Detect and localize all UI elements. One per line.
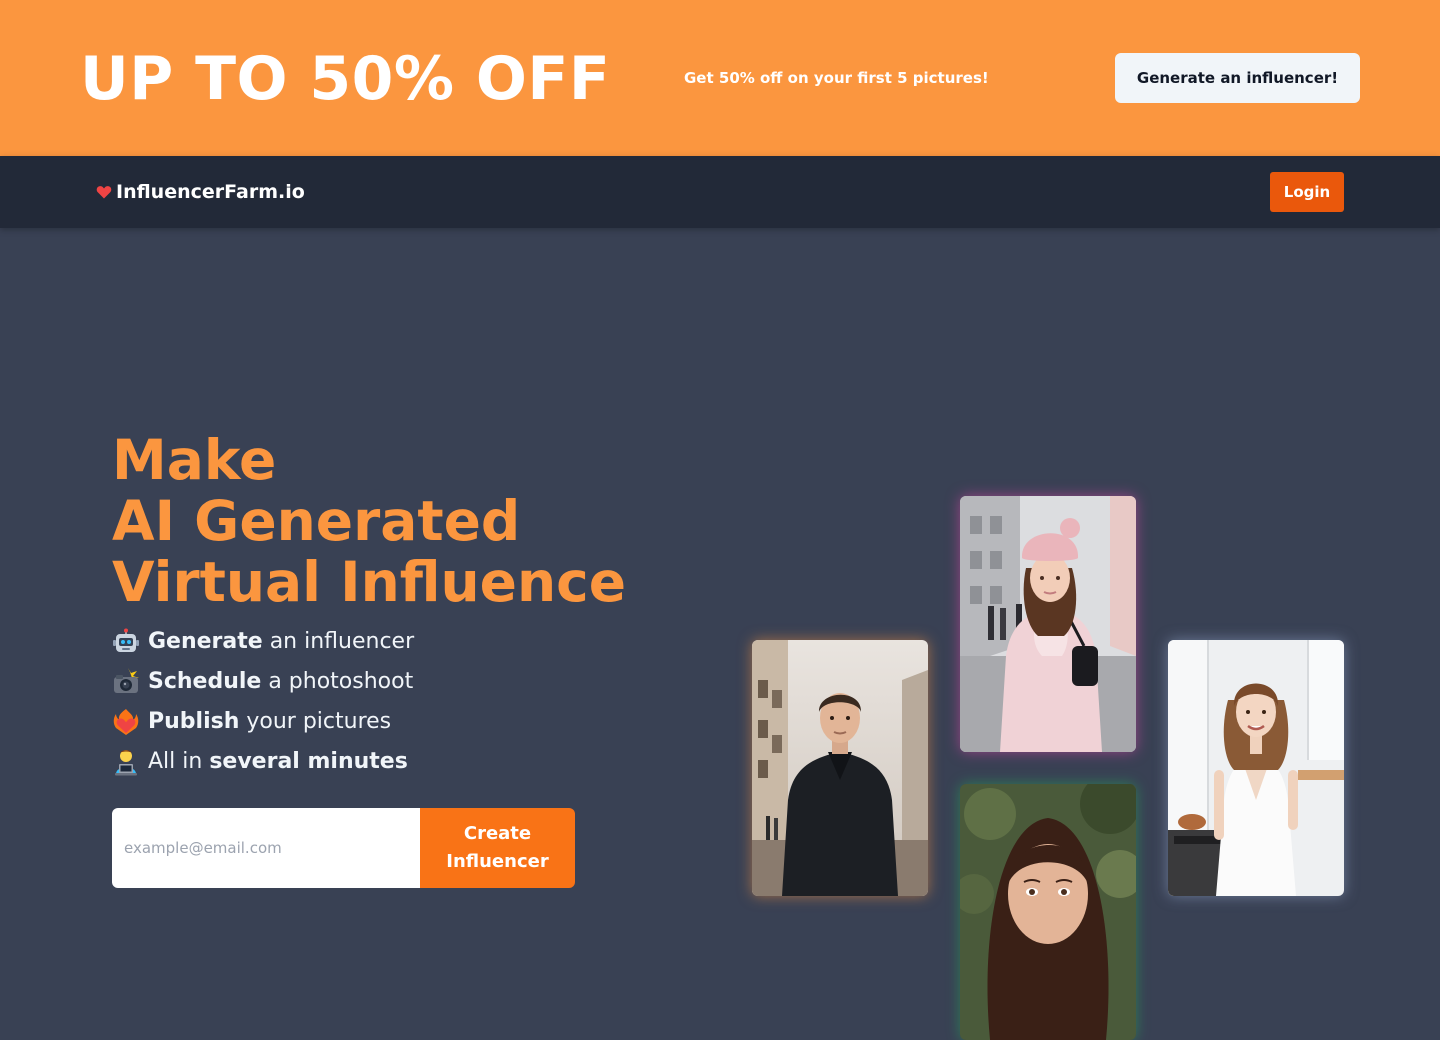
- feature-item-generate: Generate an influencer: [112, 622, 414, 662]
- hero-section: Make AI Generated Virtual Influencers Ge…: [0, 228, 1440, 1040]
- signup-form: Create Influencer: [112, 808, 575, 888]
- feature-item-schedule: Schedule a photoshoot: [112, 662, 414, 702]
- camera-flash-icon: [114, 668, 139, 693]
- hero-title: Make AI Generated Virtual Influencers: [112, 430, 624, 613]
- feature-text: your pictures: [239, 709, 392, 734]
- feature-text: an influencer: [262, 629, 415, 654]
- promo-subtitle: Get 50% off on your first 5 pictures!: [684, 69, 989, 87]
- generate-influencer-button[interactable]: Generate an influencer!: [1115, 53, 1360, 103]
- feature-list: Generate an influencer Schedule a photos…: [112, 622, 414, 782]
- brand-link[interactable]: InfluencerFarm.io: [96, 180, 305, 204]
- email-input[interactable]: [112, 808, 420, 888]
- login-button[interactable]: Login: [1270, 172, 1344, 212]
- feature-text: a photoshoot: [261, 669, 414, 694]
- hero-title-line-2: AI Generated: [112, 489, 521, 553]
- gallery-photo-woman-dress: [1168, 640, 1344, 896]
- navbar: InfluencerFarm.io Login: [0, 156, 1440, 228]
- robot-icon: [113, 628, 139, 652]
- promo-title: UP TO 50% OFF: [80, 44, 611, 114]
- feature-bold: Schedule: [148, 669, 262, 694]
- feature-item-minutes: All in several minutes: [112, 742, 414, 782]
- feature-item-publish: Publish your pictures: [112, 702, 414, 742]
- hero-title-line-1: Make: [112, 430, 277, 492]
- feature-bold: Generate: [148, 629, 263, 654]
- technologist-icon: [115, 750, 137, 776]
- create-influencer-button[interactable]: Create Influencer: [420, 808, 575, 888]
- heart-on-fire-icon: [113, 709, 139, 735]
- gallery-photo-woman-hat: [960, 496, 1136, 752]
- gallery-photo-woman-face: [960, 784, 1136, 1040]
- feature-bold: Publish: [148, 709, 240, 734]
- gallery-photo-man: [752, 640, 928, 896]
- feature-text: All in: [148, 749, 210, 774]
- hero-title-line-3: Virtual Influencers: [112, 550, 624, 613]
- brand-name: InfluencerFarm.io: [116, 181, 305, 203]
- heart-icon: [96, 186, 112, 199]
- feature-bold: several minutes: [209, 749, 408, 774]
- promo-banner: UP TO 50% OFF Get 50% off on your first …: [0, 0, 1440, 156]
